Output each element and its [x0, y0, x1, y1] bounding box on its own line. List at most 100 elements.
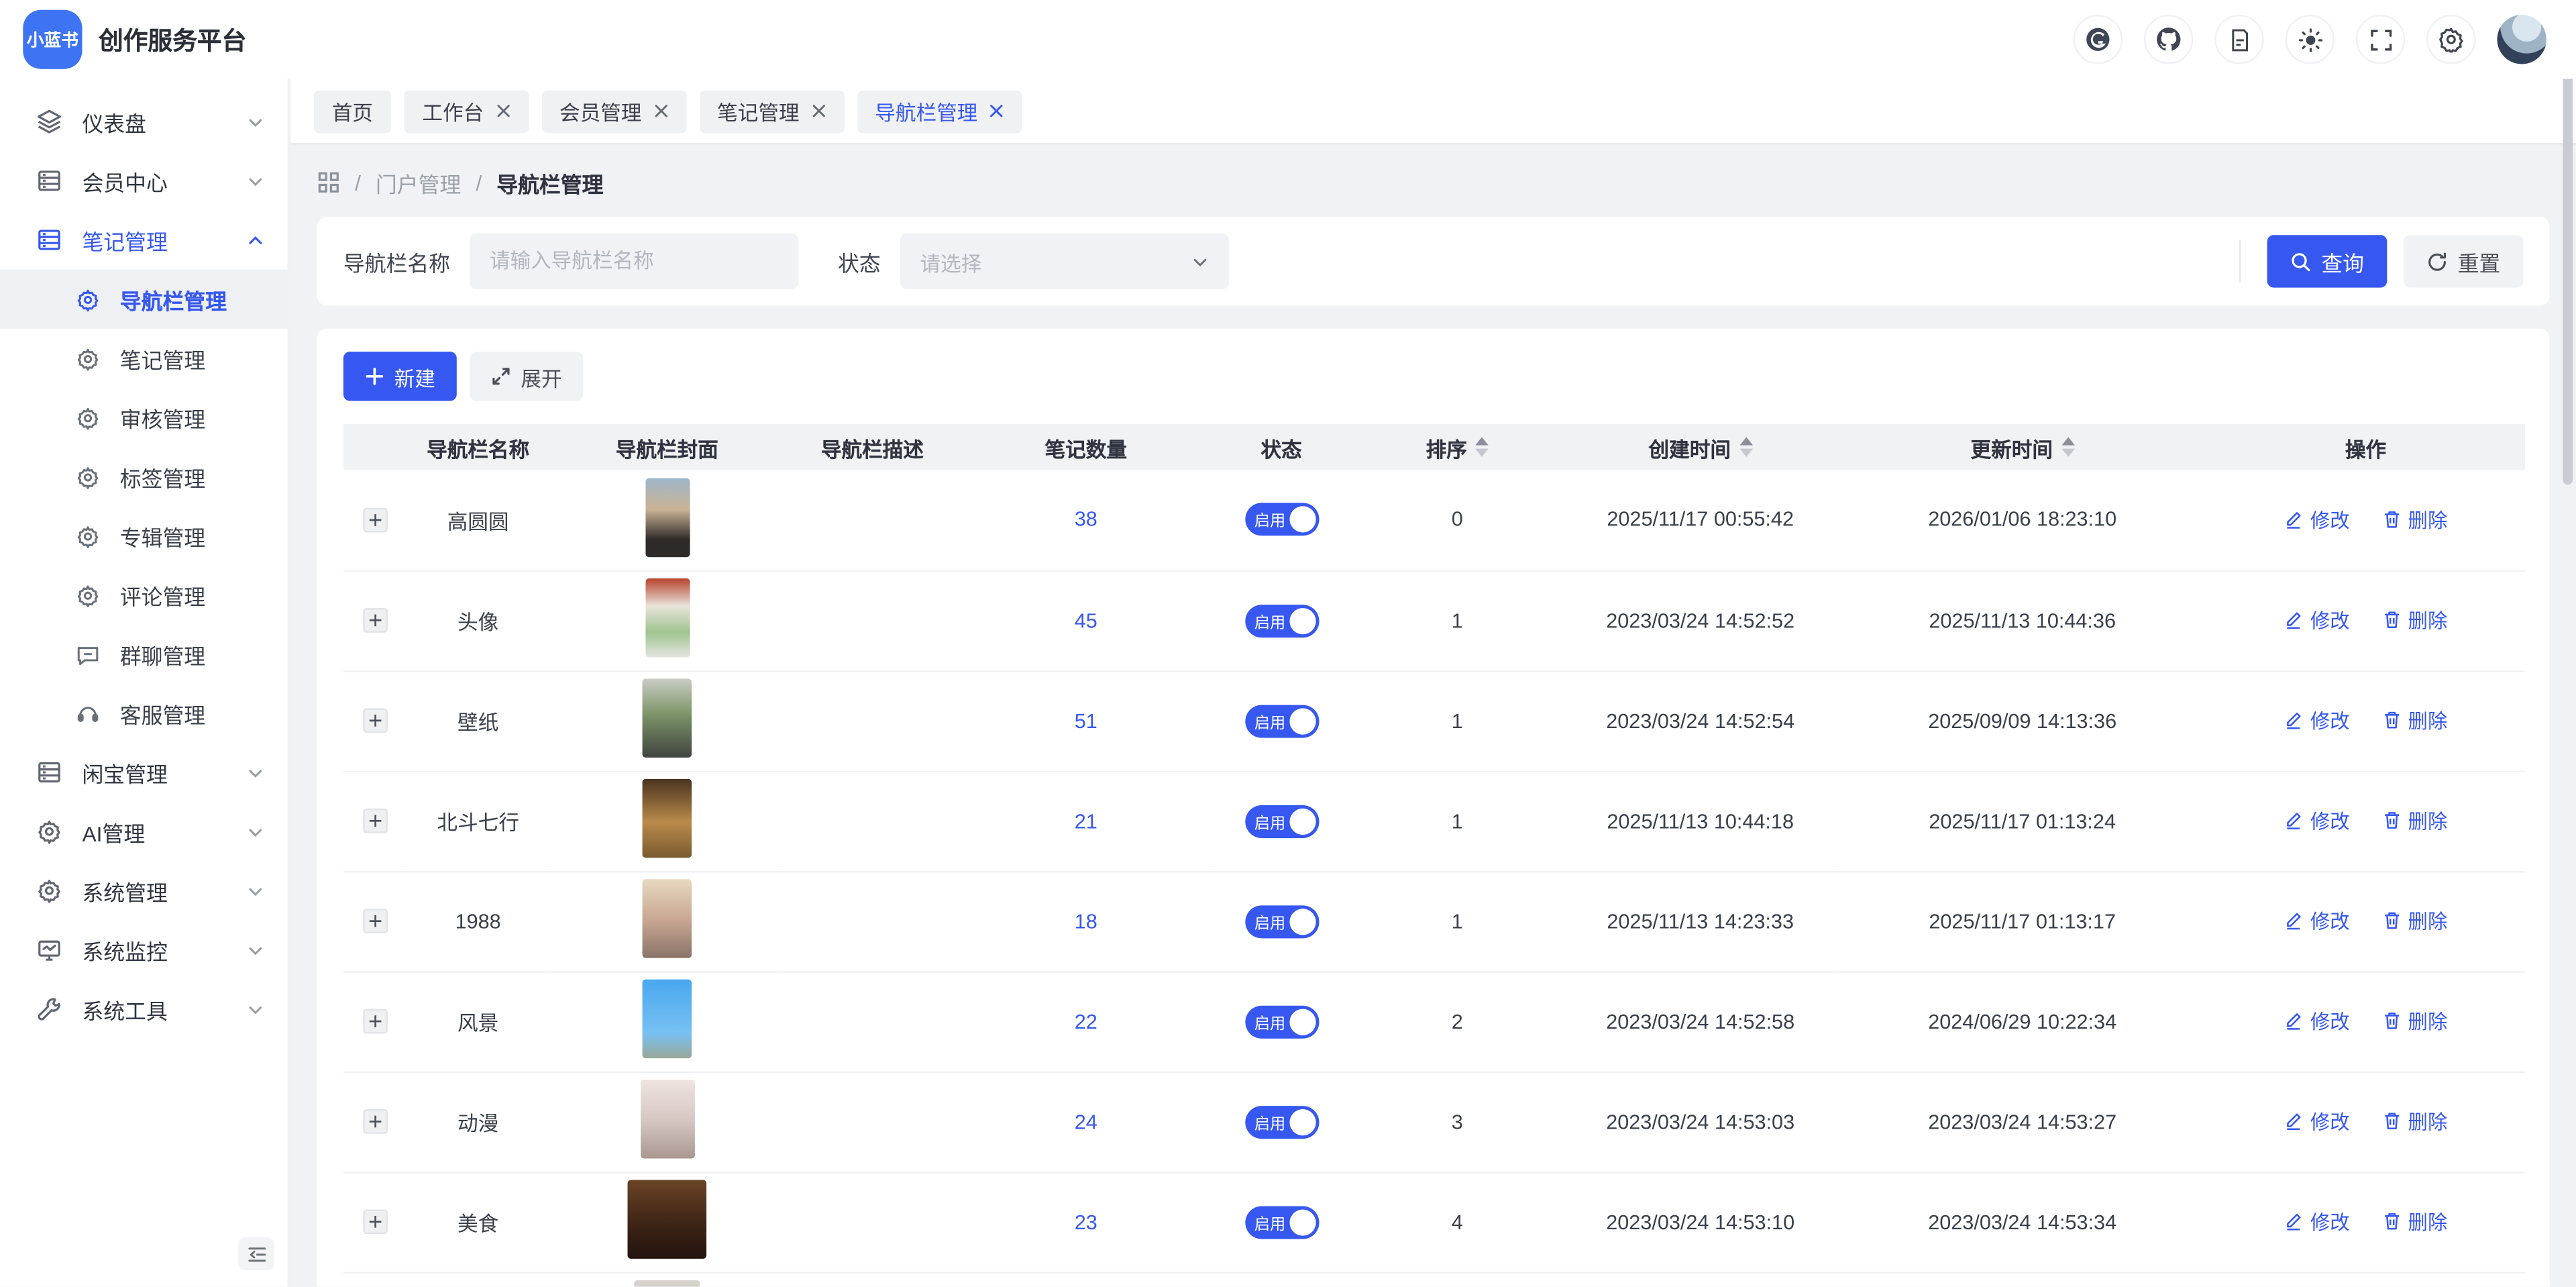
edit-link[interactable]: 修改	[2284, 907, 2350, 935]
edit-link[interactable]: 修改	[2284, 505, 2350, 533]
delete-link[interactable]: 删除	[2381, 505, 2447, 533]
row-cover-image[interactable]	[643, 879, 692, 958]
row-expand-button[interactable]	[362, 1009, 387, 1034]
row-expand-button[interactable]	[362, 709, 387, 733]
tab-label: 笔记管理	[717, 95, 799, 127]
document-icon[interactable]	[2214, 15, 2263, 64]
row-expand-button[interactable]	[362, 909, 387, 933]
row-sort: 4	[1352, 1172, 1562, 1272]
sidebar-item-note-management[interactable]: 笔记管理	[0, 210, 288, 269]
row-cover-image[interactable]	[634, 1280, 700, 1287]
status-select[interactable]: 请选择	[900, 234, 1229, 289]
create-button[interactable]: 新建	[343, 352, 457, 401]
tab-navbar-management[interactable]: 导航栏管理	[857, 89, 1022, 132]
sidebar-subitem-service[interactable]: 客服管理	[0, 684, 288, 743]
tab-note-management[interactable]: 笔记管理	[699, 89, 844, 132]
row-note-count-link[interactable]: 38	[1075, 508, 1097, 531]
edit-link[interactable]: 修改	[2284, 706, 2350, 734]
row-expand-button[interactable]	[362, 507, 387, 532]
edit-link[interactable]: 修改	[2284, 807, 2350, 835]
settings-gear-icon[interactable]	[2426, 15, 2475, 64]
row-created: 2023/03/24 14:52:58	[1562, 971, 1838, 1071]
status-toggle[interactable]: 启用	[1244, 1205, 1318, 1238]
status-toggle[interactable]: 启用	[1244, 704, 1318, 737]
row-cover-image[interactable]	[640, 1080, 694, 1159]
edit-link[interactable]: 修改	[2284, 1107, 2350, 1135]
tab-workbench[interactable]: 工作台	[404, 89, 528, 132]
fullscreen-icon[interactable]	[2356, 15, 2405, 64]
sidebar-item-dashboard[interactable]: 仪表盘	[0, 92, 288, 151]
col-created[interactable]: 创建时间	[1562, 424, 1838, 470]
sidebar-item-member-center[interactable]: 会员中心	[0, 151, 288, 210]
edit-link[interactable]: 修改	[2284, 606, 2350, 634]
close-icon[interactable]	[989, 103, 1004, 118]
col-updated[interactable]: 更新时间	[1838, 424, 2206, 470]
sidebar-item-system-tools[interactable]: 系统工具	[0, 980, 288, 1039]
row-note-count-link[interactable]: 24	[1075, 1110, 1097, 1133]
row-cover-image[interactable]	[645, 578, 689, 658]
row-note-count-link[interactable]: 51	[1075, 709, 1097, 732]
row-note-count-link[interactable]: 21	[1075, 809, 1097, 832]
sidebar-subitem-comment[interactable]: 评论管理	[0, 565, 288, 624]
row-expand-button[interactable]	[362, 1209, 387, 1234]
close-icon[interactable]	[811, 103, 826, 118]
sidebar-subitem-album[interactable]: 专辑管理	[0, 506, 288, 565]
row-created: 2023/03/24 14:52:54	[1562, 670, 1838, 770]
row-note-count-link[interactable]: 18	[1075, 910, 1097, 933]
sidebar-subitem-tag[interactable]: 标签管理	[0, 447, 288, 506]
edit-link[interactable]: 修改	[2284, 1007, 2350, 1035]
col-sort[interactable]: 排序	[1352, 424, 1562, 470]
delete-link[interactable]: 删除	[2381, 706, 2447, 734]
sidebar-item-system-management[interactable]: 系统管理	[0, 861, 288, 920]
github-icon[interactable]	[2144, 15, 2193, 64]
row-note-count-link[interactable]: 22	[1075, 1010, 1097, 1033]
row-note-count-link[interactable]: 45	[1075, 609, 1097, 631]
status-toggle[interactable]: 启用	[1244, 604, 1318, 637]
navbar-name-input[interactable]	[470, 234, 798, 289]
status-toggle[interactable]: 启用	[1244, 905, 1318, 937]
gitee-icon[interactable]	[2074, 15, 2123, 64]
page-scrollbar[interactable]	[2563, 49, 2573, 484]
sidebar-subitem-groupchat[interactable]: 群聊管理	[0, 625, 288, 684]
row-cover-image[interactable]	[645, 478, 689, 557]
sidebar-item-xianbao[interactable]: 闲宝管理	[0, 743, 288, 802]
sidebar-subitem-note[interactable]: 笔记管理	[0, 329, 288, 388]
row-note-count-link[interactable]: 23	[1075, 1211, 1097, 1233]
close-icon[interactable]	[495, 103, 510, 118]
expand-all-button[interactable]: 展开	[470, 352, 583, 401]
table-row: 北斗七行 21 启用 1 2025/11/13 10:44:18 2025/11…	[343, 771, 2525, 871]
sidebar-subitem-review[interactable]: 审核管理	[0, 388, 288, 447]
grid-icon[interactable]	[317, 171, 340, 194]
tab-member-management[interactable]: 会员管理	[541, 89, 686, 132]
theme-sun-icon[interactable]	[2286, 15, 2334, 64]
search-button[interactable]: 查询	[2267, 235, 2387, 287]
status-toggle[interactable]: 启用	[1244, 1105, 1318, 1138]
edit-link[interactable]: 修改	[2284, 1207, 2350, 1235]
reset-button[interactable]: 重置	[2404, 235, 2524, 287]
status-toggle[interactable]: 启用	[1244, 805, 1318, 837]
breadcrumb-portal[interactable]: 门户管理	[376, 167, 461, 199]
tab-home[interactable]: 首页	[314, 89, 391, 132]
row-expand-button[interactable]	[362, 809, 387, 833]
sidebar-collapse-button[interactable]	[238, 1237, 274, 1270]
delete-link[interactable]: 删除	[2381, 1107, 2447, 1135]
row-cover-image[interactable]	[628, 1180, 707, 1259]
row-cover-image[interactable]	[643, 779, 692, 858]
status-toggle[interactable]: 启用	[1244, 503, 1318, 536]
row-expand-button[interactable]	[362, 608, 387, 633]
delete-link[interactable]: 删除	[2381, 606, 2447, 634]
delete-link[interactable]: 删除	[2381, 1207, 2447, 1235]
sidebar-item-system-monitor[interactable]: 系统监控	[0, 920, 288, 979]
sidebar-subitem-label: 审核管理	[120, 402, 205, 433]
status-toggle[interactable]: 启用	[1244, 1005, 1318, 1038]
delete-link[interactable]: 删除	[2381, 1007, 2447, 1035]
row-cover-image[interactable]	[643, 678, 692, 758]
delete-link[interactable]: 删除	[2381, 807, 2447, 835]
row-cover-image[interactable]	[643, 980, 692, 1059]
sidebar-item-ai[interactable]: AI管理	[0, 802, 288, 861]
user-avatar[interactable]	[2497, 15, 2546, 64]
sidebar-subitem-navbar-management[interactable]: 导航栏管理	[0, 270, 288, 329]
row-expand-button[interactable]	[362, 1109, 387, 1134]
close-icon[interactable]	[653, 103, 668, 118]
delete-link[interactable]: 删除	[2381, 907, 2447, 935]
